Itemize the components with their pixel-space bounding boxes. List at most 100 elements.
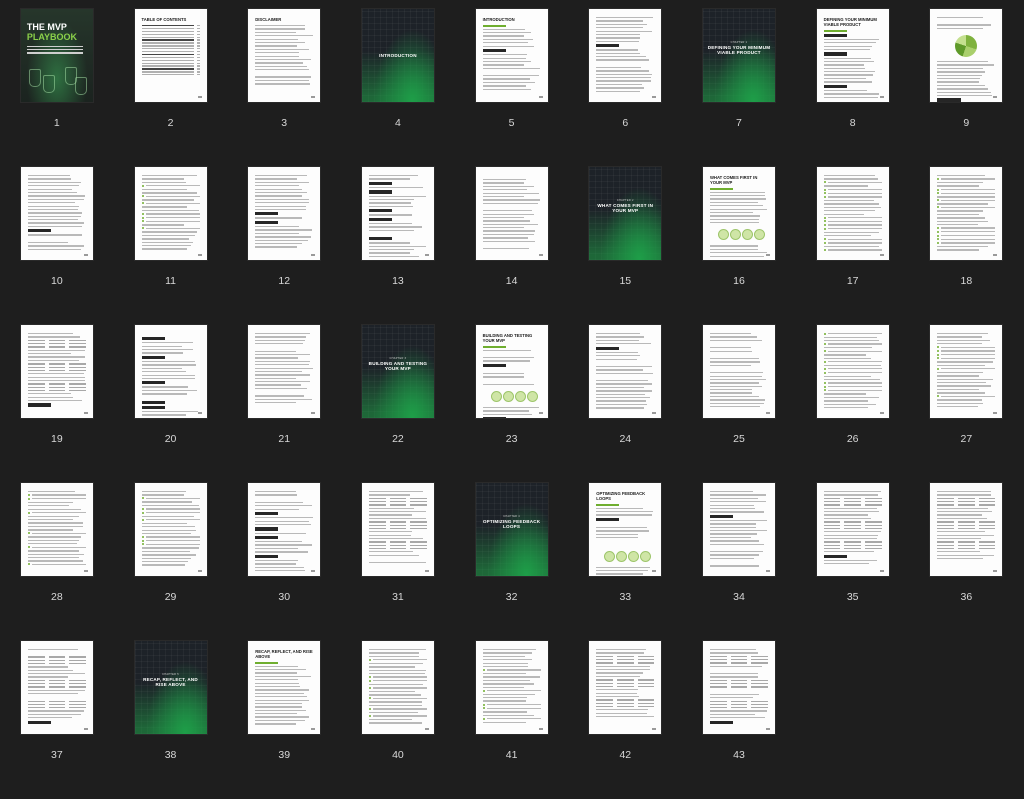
- page-number-label: 43: [733, 749, 745, 761]
- page-text-content: BUILDING AND TESTING YOUR MVP: [482, 333, 541, 418]
- page-footer-number: [83, 412, 88, 414]
- page-thumbnail[interactable]: [475, 641, 548, 734]
- page-thumbnail[interactable]: [475, 167, 548, 260]
- page-thumbnail[interactable]: [930, 167, 1003, 260]
- page-thumbnail-item[interactable]: 17: [796, 167, 910, 325]
- page-thumbnail-item[interactable]: 40: [341, 641, 455, 799]
- page-thumbnail-item[interactable]: 6: [568, 9, 682, 167]
- page-footer-number: [83, 728, 88, 730]
- page-thumbnail[interactable]: [248, 483, 321, 576]
- page-thumbnail-item[interactable]: 26: [796, 325, 910, 483]
- page-thumbnail[interactable]: DEFINING YOUR MINIMUM VIABLE PRODUCT: [816, 9, 889, 102]
- page-thumbnail-item[interactable]: 35: [796, 483, 910, 641]
- page-thumbnail-item[interactable]: 9: [910, 9, 1024, 167]
- page-thumbnail[interactable]: OPTIMIZING FEEDBACK LOOPS: [589, 483, 662, 576]
- page-thumbnail[interactable]: CHAPTER 2 WHAT COMES FIRST IN YOUR MVP: [589, 167, 662, 260]
- page-thumbnail-item[interactable]: CHAPTER 1 DEFINING YOUR MINIMUM VIABLE PR…: [682, 9, 796, 167]
- page-thumbnail[interactable]: [930, 483, 1003, 576]
- page-thumbnail-item[interactable]: TABLE OF CONTENTS 2: [114, 9, 228, 167]
- page-thumbnail[interactable]: DISCLAIMER: [248, 9, 321, 102]
- page-number-label: 35: [846, 591, 859, 603]
- page-thumbnail-item[interactable]: BUILDING AND TESTING YOUR MVP 23: [455, 325, 569, 483]
- page-thumbnail[interactable]: [816, 325, 889, 418]
- page-thumbnail[interactable]: [361, 483, 434, 576]
- page-thumbnail[interactable]: WHAT COMES FIRST IN YOUR MVP: [702, 167, 775, 260]
- page-thumbnail-item[interactable]: DEFINING YOUR MINIMUM VIABLE PRODUCT 8: [796, 9, 910, 167]
- page-thumbnail[interactable]: [20, 483, 93, 576]
- page-thumbnail-item[interactable]: 37: [0, 641, 114, 799]
- page-thumbnail-item[interactable]: 27: [910, 325, 1024, 483]
- page-thumbnail[interactable]: [702, 325, 775, 418]
- page-thumbnail[interactable]: [930, 9, 1003, 102]
- page-thumbnail[interactable]: INTRODUCTION: [361, 9, 434, 102]
- page-thumbnail[interactable]: [361, 641, 434, 734]
- page-thumbnail[interactable]: [589, 641, 662, 734]
- page-thumbnail-item[interactable]: 25: [682, 325, 796, 483]
- page-thumbnail-item[interactable]: CHAPTER 4 OPTIMIZING FEEDBACK LOOPS 32: [455, 483, 569, 641]
- page-thumbnail-item[interactable]: 18: [910, 167, 1024, 325]
- page-thumbnail-item[interactable]: CHAPTER 2 WHAT COMES FIRST IN YOUR MVP 15: [568, 167, 682, 325]
- page-thumbnail-item[interactable]: 20: [114, 325, 228, 483]
- page-thumbnail-item[interactable]: 21: [227, 325, 341, 483]
- page-text-content: [596, 649, 655, 723]
- page-thumbnail[interactable]: CHAPTER 1 DEFINING YOUR MINIMUM VIABLE PR…: [702, 9, 775, 102]
- page-thumbnail[interactable]: [930, 325, 1003, 418]
- page-number-label: 10: [51, 275, 63, 287]
- page-thumbnail[interactable]: [361, 167, 434, 260]
- page-thumbnail[interactable]: [134, 483, 207, 576]
- page-thumbnail[interactable]: THE MVP PLAYBOOK: [20, 9, 93, 102]
- page-thumbnail[interactable]: [20, 641, 93, 734]
- page-thumbnail-item[interactable]: 19: [0, 325, 114, 483]
- page-thumbnail-item[interactable]: 31: [341, 483, 455, 641]
- page-thumbnail-item[interactable]: 14: [455, 167, 569, 325]
- page-thumbnail-item[interactable]: CHAPTER 3 BUILDING AND TESTING YOUR MVP 22: [341, 325, 455, 483]
- page-thumbnail[interactable]: [589, 9, 662, 102]
- page-footer-number: [652, 728, 657, 730]
- page-number-label: 22: [392, 433, 404, 445]
- page-thumbnail-item[interactable]: 13: [341, 167, 455, 325]
- page-thumbnail[interactable]: CHAPTER 5 RECAP, REFLECT, AND RISE ABOVE: [134, 641, 207, 734]
- page-thumbnail[interactable]: TABLE OF CONTENTS: [134, 9, 207, 102]
- page-thumbnail-item[interactable]: RECAP, REFLECT, AND RISE ABOVE 39: [227, 641, 341, 799]
- page-thumbnail[interactable]: INTRODUCTION: [475, 9, 548, 102]
- page-thumbnail-item[interactable]: 42: [568, 641, 682, 799]
- page-thumbnail-item[interactable]: 29: [114, 483, 228, 641]
- page-thumbnail[interactable]: [248, 325, 321, 418]
- page-thumbnail[interactable]: [816, 167, 889, 260]
- page-thumbnail[interactable]: [134, 325, 207, 418]
- page-footer-number: [765, 728, 770, 730]
- page-thumbnail[interactable]: [20, 167, 93, 260]
- page-thumbnail-item[interactable]: OPTIMIZING FEEDBACK LOOPS 33: [568, 483, 682, 641]
- page-thumbnail[interactable]: [702, 483, 775, 576]
- page-thumbnail[interactable]: [248, 167, 321, 260]
- page-thumbnail[interactable]: [134, 167, 207, 260]
- page-thumbnail-item[interactable]: 11: [114, 167, 228, 325]
- cover-title-line-1: THE MVP: [26, 22, 67, 32]
- page-thumbnail-item[interactable]: 36: [910, 483, 1024, 641]
- page-thumbnail-item[interactable]: INTRODUCTION 5: [455, 9, 569, 167]
- page-text-content: DEFINING YOUR MINIMUM VIABLE PRODUCT: [823, 17, 882, 100]
- page-thumbnail-item[interactable]: 12: [227, 167, 341, 325]
- page-thumbnail-item[interactable]: DISCLAIMER 3: [227, 9, 341, 167]
- page-thumbnail-item[interactable]: THE MVP PLAYBOOK 1: [0, 9, 114, 167]
- page-thumbnail-item[interactable]: WHAT COMES FIRST IN YOUR MVP 16: [682, 167, 796, 325]
- page-thumbnail[interactable]: CHAPTER 3 BUILDING AND TESTING YOUR MVP: [361, 325, 434, 418]
- page-thumbnail[interactable]: CHAPTER 4 OPTIMIZING FEEDBACK LOOPS: [475, 483, 548, 576]
- page-thumbnail-item[interactable]: CHAPTER 5 RECAP, REFLECT, AND RISE ABOVE 3…: [114, 641, 228, 799]
- page-thumbnail[interactable]: [20, 325, 93, 418]
- page-thumbnail[interactable]: [589, 325, 662, 418]
- page-number-label: 13: [392, 275, 404, 287]
- page-thumbnail-item[interactable]: 34: [682, 483, 796, 641]
- page-thumbnail-item[interactable]: 30: [227, 483, 341, 641]
- page-thumbnail-item[interactable]: 10: [0, 167, 114, 325]
- page-thumbnail[interactable]: RECAP, REFLECT, AND RISE ABOVE: [248, 641, 321, 734]
- page-thumbnail-item[interactable]: 41: [455, 641, 569, 799]
- page-thumbnail-item[interactable]: 28: [0, 483, 114, 641]
- page-thumbnail-item[interactable]: 43: [682, 641, 796, 799]
- page-thumbnail[interactable]: [702, 641, 775, 734]
- page-thumbnail-item[interactable]: 24: [568, 325, 682, 483]
- page-thumbnail[interactable]: BUILDING AND TESTING YOUR MVP: [475, 325, 548, 418]
- page-thumbnail-item[interactable]: INTRODUCTION 4: [341, 9, 455, 167]
- page-text-content: [255, 175, 313, 254]
- page-thumbnail[interactable]: [816, 483, 889, 576]
